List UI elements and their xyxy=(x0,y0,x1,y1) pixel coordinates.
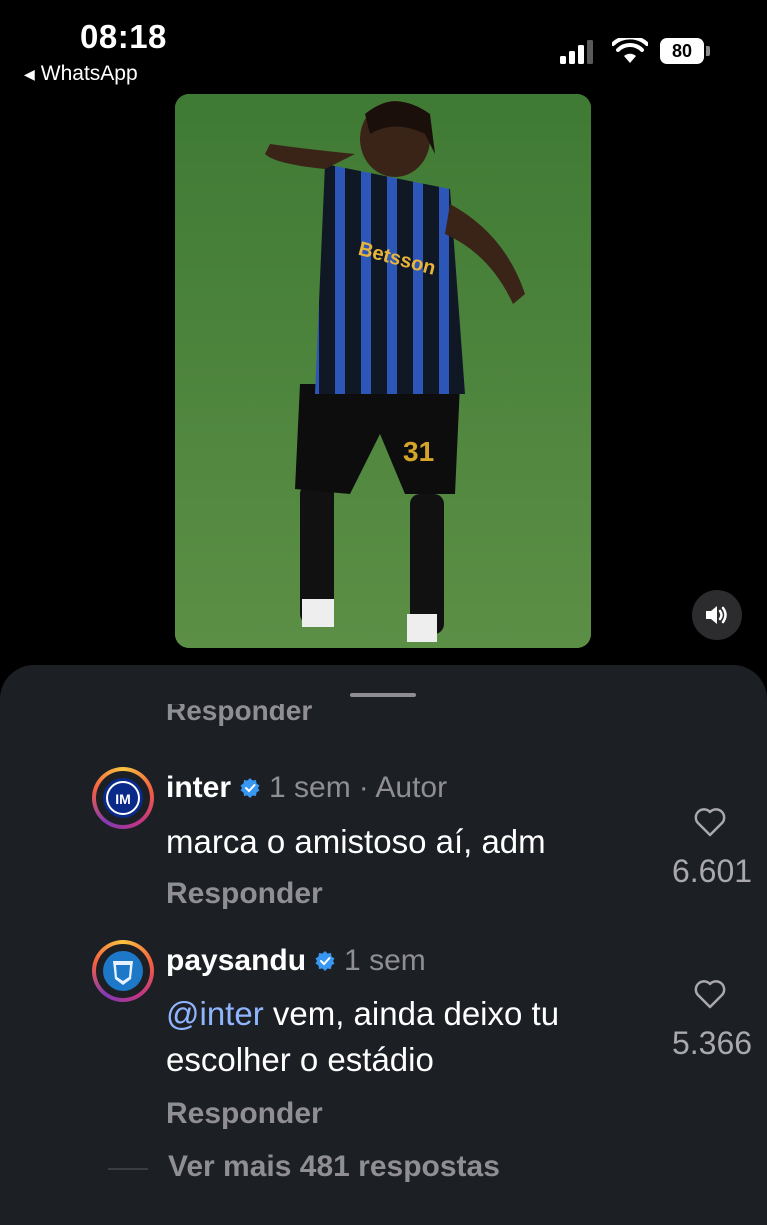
view-more-replies-button[interactable]: Ver mais 481 respostas xyxy=(168,1150,500,1184)
comment-username[interactable]: inter xyxy=(166,771,231,805)
mute-button[interactable] xyxy=(692,590,742,640)
wifi-icon xyxy=(612,38,648,63)
comment-text: @inter vem, ainda deixo tu escolher o es… xyxy=(166,991,636,1083)
video-frame: 31 Betsson xyxy=(175,94,591,648)
video-player[interactable]: 31 Betsson xyxy=(175,94,591,648)
signal-icon xyxy=(560,40,593,64)
heart-icon[interactable] xyxy=(694,979,726,1009)
avatar-inter[interactable]: IM xyxy=(92,767,154,829)
reply-button[interactable]: Responder xyxy=(166,1097,323,1131)
reply-button[interactable]: Responder xyxy=(166,877,323,911)
author-tag: · Autor xyxy=(358,771,448,804)
sheet-drag-handle[interactable] xyxy=(350,693,416,697)
comments-sheet: Responder IM inter 1 sem · Autor marca o… xyxy=(0,665,767,1225)
verified-badge-icon xyxy=(315,951,335,971)
comment-time: 1 sem xyxy=(344,944,426,977)
back-app-label: WhatsApp xyxy=(40,62,138,85)
comment-username[interactable]: paysandu xyxy=(166,944,306,978)
verified-badge-icon xyxy=(240,778,260,798)
paysandu-logo-icon xyxy=(103,951,143,991)
svg-text:31: 31 xyxy=(403,436,434,467)
battery-icon: 80 xyxy=(660,38,704,64)
battery-tip xyxy=(706,46,710,56)
like-count: 6.601 xyxy=(671,853,753,889)
mention-link[interactable]: @inter xyxy=(166,995,264,1032)
divider-line xyxy=(108,1168,148,1170)
speaker-icon xyxy=(706,606,727,624)
comment-text: marca o amistoso aí, adm xyxy=(166,823,546,860)
heart-icon[interactable] xyxy=(694,807,726,837)
status-time: 08:18 xyxy=(80,18,167,55)
inter-logo-icon: IM xyxy=(103,778,143,818)
svg-text:IM: IM xyxy=(115,791,131,807)
status-bar: 08:18 ◀ WhatsApp 80 xyxy=(0,0,767,90)
back-to-app-link[interactable]: ◀ WhatsApp xyxy=(24,62,138,86)
reply-button-partial[interactable]: Responder xyxy=(166,704,312,730)
comment-time: 1 sem xyxy=(269,771,351,804)
avatar-paysandu[interactable] xyxy=(92,940,154,1002)
like-count: 5.366 xyxy=(671,1025,753,1061)
back-arrow-icon: ◀ xyxy=(24,65,35,82)
